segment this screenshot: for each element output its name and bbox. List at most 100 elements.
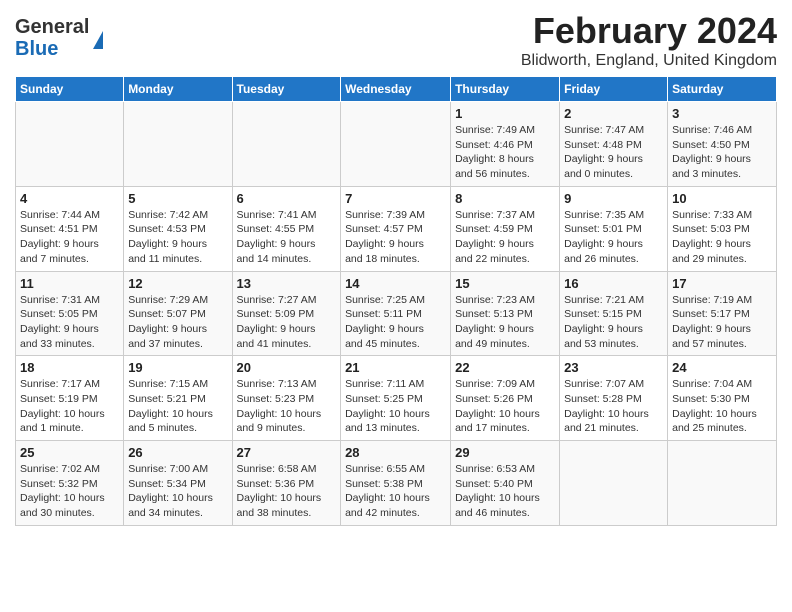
calendar-cell: [124, 102, 232, 187]
calendar-cell: 25 Sunrise: 7:02 AM Sunset: 5:32 PM Dayli…: [16, 441, 124, 526]
day-number: 13: [237, 276, 337, 291]
day-number: 6: [237, 191, 337, 206]
day-info: Sunrise: 7:31 AM Sunset: 5:05 PM Dayligh…: [20, 293, 119, 352]
calendar-cell: 9Sunrise: 7:35 AM Sunset: 5:01 PM Daylig…: [560, 186, 668, 271]
calendar-cell: 19 Sunrise: 7:15 AM Sunset: 5:21 PM Dayli…: [124, 356, 232, 441]
calendar-body: 1Sunrise: 7:49 AM Sunset: 4:46 PM Daylig…: [16, 102, 777, 526]
day-number: 7: [345, 191, 446, 206]
calendar-cell: 20Sunrise: 7:13 AM Sunset: 5:23 PM Dayli…: [232, 356, 341, 441]
calendar-cell: 1Sunrise: 7:49 AM Sunset: 4:46 PM Daylig…: [451, 102, 560, 187]
calendar-cell: [341, 102, 451, 187]
calendar-header: SundayMondayTuesdayWednesdayThursdayFrid…: [16, 77, 777, 102]
logo: General Blue: [15, 16, 103, 60]
day-number: 25: [20, 445, 119, 460]
calendar-cell: 4 Sunrise: 7:44 AM Sunset: 4:51 PM Daylig…: [16, 186, 124, 271]
day-info: Sunrise: 7:00 AM Sunset: 5:34 PM Dayligh…: [128, 462, 227, 521]
calendar-week-row: 4 Sunrise: 7:44 AM Sunset: 4:51 PM Daylig…: [16, 186, 777, 271]
day-info: Sunrise: 7:37 AM Sunset: 4:59 PM Dayligh…: [455, 208, 555, 267]
calendar-cell: [668, 441, 777, 526]
day-info: Sunrise: 7:23 AM Sunset: 5:13 PM Dayligh…: [455, 293, 555, 352]
day-info: Sunrise: 7:11 AM Sunset: 5:25 PM Dayligh…: [345, 377, 446, 436]
day-number: 27: [237, 445, 337, 460]
calendar-cell: 23 Sunrise: 7:07 AM Sunset: 5:28 PM Dayli…: [560, 356, 668, 441]
day-info: Sunrise: 7:46 AM Sunset: 4:50 PM Dayligh…: [672, 123, 772, 182]
calendar-cell: 2Sunrise: 7:47 AM Sunset: 4:48 PM Daylig…: [560, 102, 668, 187]
day-number: 29: [455, 445, 555, 460]
day-of-week-header: Sunday: [16, 77, 124, 102]
day-number: 2: [564, 106, 663, 121]
calendar-week-row: 1Sunrise: 7:49 AM Sunset: 4:46 PM Daylig…: [16, 102, 777, 187]
day-number: 4: [20, 191, 119, 206]
day-number: 14: [345, 276, 446, 291]
days-of-week-row: SundayMondayTuesdayWednesdayThursdayFrid…: [16, 77, 777, 102]
day-info: Sunrise: 6:55 AM Sunset: 5:38 PM Dayligh…: [345, 462, 446, 521]
logo-blue: Blue: [15, 38, 89, 60]
calendar-cell: 22 Sunrise: 7:09 AM Sunset: 5:26 PM Dayli…: [451, 356, 560, 441]
calendar-week-row: 11 Sunrise: 7:31 AM Sunset: 5:05 PM Dayli…: [16, 271, 777, 356]
day-info: Sunrise: 7:15 AM Sunset: 5:21 PM Dayligh…: [128, 377, 227, 436]
day-number: 26: [128, 445, 227, 460]
page-header: General Blue February 2024 Blidworth, En…: [15, 10, 777, 70]
day-number: 20: [237, 360, 337, 375]
calendar-cell: 28 Sunrise: 6:55 AM Sunset: 5:38 PM Dayli…: [341, 441, 451, 526]
calendar-week-row: 18Sunrise: 7:17 AM Sunset: 5:19 PM Dayli…: [16, 356, 777, 441]
day-of-week-header: Friday: [560, 77, 668, 102]
day-info: Sunrise: 7:02 AM Sunset: 5:32 PM Dayligh…: [20, 462, 119, 521]
day-info: Sunrise: 7:49 AM Sunset: 4:46 PM Dayligh…: [455, 123, 555, 182]
calendar-cell: 10 Sunrise: 7:33 AM Sunset: 5:03 PM Dayli…: [668, 186, 777, 271]
day-info: Sunrise: 7:17 AM Sunset: 5:19 PM Dayligh…: [20, 377, 119, 436]
day-number: 15: [455, 276, 555, 291]
day-number: 11: [20, 276, 119, 291]
day-info: Sunrise: 7:44 AM Sunset: 4:51 PM Dayligh…: [20, 208, 119, 267]
calendar-cell: 16Sunrise: 7:21 AM Sunset: 5:15 PM Dayli…: [560, 271, 668, 356]
day-info: Sunrise: 6:58 AM Sunset: 5:36 PM Dayligh…: [237, 462, 337, 521]
calendar-cell: [232, 102, 341, 187]
calendar-cell: 8 Sunrise: 7:37 AM Sunset: 4:59 PM Daylig…: [451, 186, 560, 271]
calendar-cell: 13 Sunrise: 7:27 AM Sunset: 5:09 PM Dayli…: [232, 271, 341, 356]
calendar-cell: 27 Sunrise: 6:58 AM Sunset: 5:36 PM Dayli…: [232, 441, 341, 526]
day-number: 21: [345, 360, 446, 375]
logo-text: General Blue: [15, 16, 89, 60]
day-number: 23: [564, 360, 663, 375]
calendar-cell: 12 Sunrise: 7:29 AM Sunset: 5:07 PM Dayli…: [124, 271, 232, 356]
day-of-week-header: Tuesday: [232, 77, 341, 102]
day-number: 28: [345, 445, 446, 460]
calendar-cell: [16, 102, 124, 187]
calendar-cell: 6 Sunrise: 7:41 AM Sunset: 4:55 PM Daylig…: [232, 186, 341, 271]
calendar-cell: 7 Sunrise: 7:39 AM Sunset: 4:57 PM Daylig…: [341, 186, 451, 271]
day-number: 5: [128, 191, 227, 206]
day-number: 12: [128, 276, 227, 291]
calendar-subtitle: Blidworth, England, United Kingdom: [521, 52, 777, 70]
day-info: Sunrise: 7:09 AM Sunset: 5:26 PM Dayligh…: [455, 377, 555, 436]
day-info: Sunrise: 7:42 AM Sunset: 4:53 PM Dayligh…: [128, 208, 227, 267]
calendar-cell: 5 Sunrise: 7:42 AM Sunset: 4:53 PM Daylig…: [124, 186, 232, 271]
logo-general: General: [15, 16, 89, 38]
day-info: Sunrise: 7:25 AM Sunset: 5:11 PM Dayligh…: [345, 293, 446, 352]
day-number: 8: [455, 191, 555, 206]
calendar-cell: 21 Sunrise: 7:11 AM Sunset: 5:25 PM Dayli…: [341, 356, 451, 441]
day-info: Sunrise: 7:04 AM Sunset: 5:30 PM Dayligh…: [672, 377, 772, 436]
day-info: Sunrise: 7:29 AM Sunset: 5:07 PM Dayligh…: [128, 293, 227, 352]
day-info: Sunrise: 7:41 AM Sunset: 4:55 PM Dayligh…: [237, 208, 337, 267]
calendar-cell: 26 Sunrise: 7:00 AM Sunset: 5:34 PM Dayli…: [124, 441, 232, 526]
calendar-table: SundayMondayTuesdayWednesdayThursdayFrid…: [15, 76, 777, 526]
day-info: Sunrise: 7:27 AM Sunset: 5:09 PM Dayligh…: [237, 293, 337, 352]
day-of-week-header: Saturday: [668, 77, 777, 102]
day-info: Sunrise: 7:07 AM Sunset: 5:28 PM Dayligh…: [564, 377, 663, 436]
day-number: 10: [672, 191, 772, 206]
day-info: Sunrise: 6:53 AM Sunset: 5:40 PM Dayligh…: [455, 462, 555, 521]
calendar-cell: 11 Sunrise: 7:31 AM Sunset: 5:05 PM Dayli…: [16, 271, 124, 356]
calendar-cell: 17Sunrise: 7:19 AM Sunset: 5:17 PM Dayli…: [668, 271, 777, 356]
day-info: Sunrise: 7:35 AM Sunset: 5:01 PM Dayligh…: [564, 208, 663, 267]
day-number: 24: [672, 360, 772, 375]
day-info: Sunrise: 7:39 AM Sunset: 4:57 PM Dayligh…: [345, 208, 446, 267]
day-number: 3: [672, 106, 772, 121]
day-info: Sunrise: 7:33 AM Sunset: 5:03 PM Dayligh…: [672, 208, 772, 267]
day-info: Sunrise: 7:19 AM Sunset: 5:17 PM Dayligh…: [672, 293, 772, 352]
calendar-cell: 15 Sunrise: 7:23 AM Sunset: 5:13 PM Dayli…: [451, 271, 560, 356]
day-number: 19: [128, 360, 227, 375]
day-number: 22: [455, 360, 555, 375]
calendar-cell: 18Sunrise: 7:17 AM Sunset: 5:19 PM Dayli…: [16, 356, 124, 441]
calendar-cell: [560, 441, 668, 526]
calendar-week-row: 25 Sunrise: 7:02 AM Sunset: 5:32 PM Dayli…: [16, 441, 777, 526]
